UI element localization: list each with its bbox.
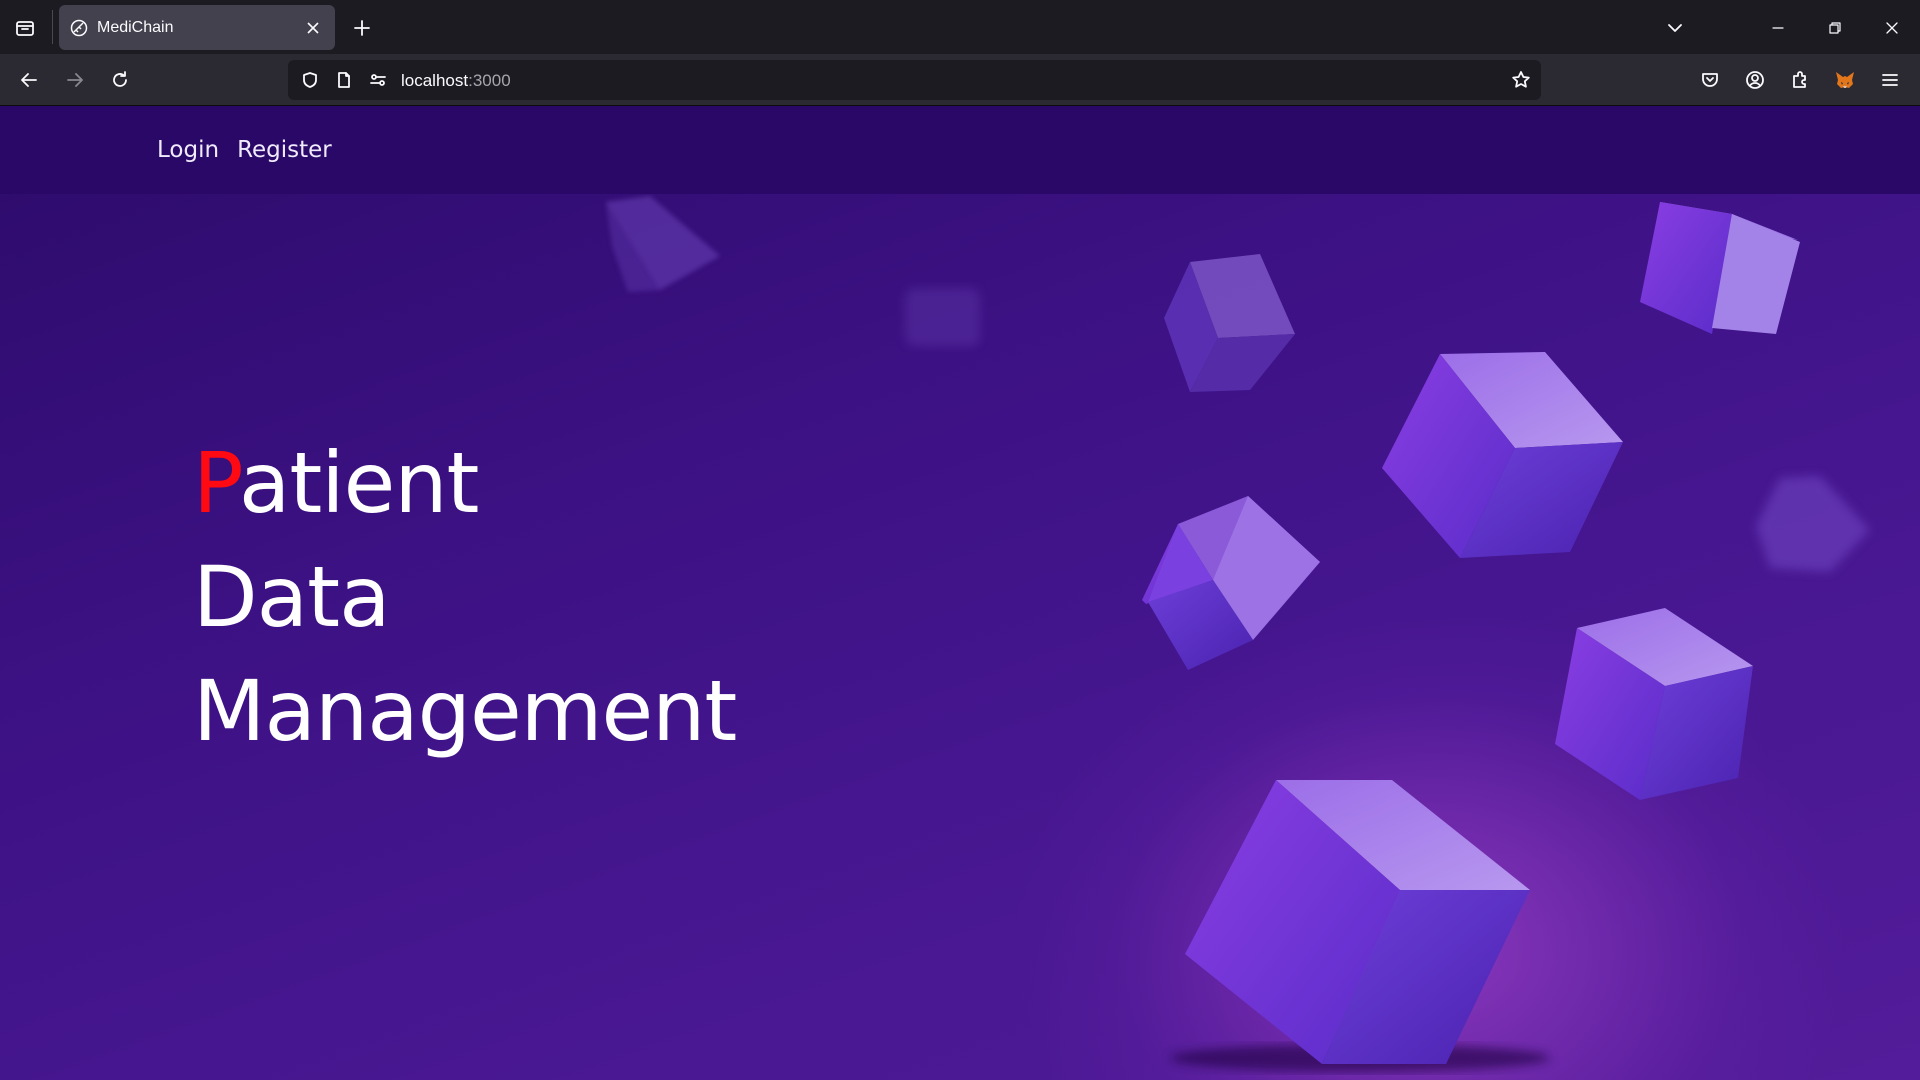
cube-left-middle [1142,496,1320,670]
shield-icon[interactable] [298,68,322,92]
account-icon[interactable] [1740,65,1770,95]
cube-blurred-top-left [606,196,720,292]
hero-line-data: Data [193,548,391,646]
tab-separator [52,10,53,44]
hero-line-management: Management [193,662,737,760]
tab-bar: MediChain [0,0,1920,54]
page-content: Login Register Patient Data Management [0,106,1920,1080]
site-navbar: Login Register [0,106,1920,194]
cube-blurred-right [1756,476,1870,572]
cube-large-bottom [1170,780,1550,1072]
tab-medichain[interactable]: MediChain [59,5,335,50]
cube-right-middle [1555,608,1753,800]
metamask-fox-icon[interactable] [1830,65,1860,95]
cube-top-right [1640,202,1800,334]
extensions-icon[interactable] [1785,65,1815,95]
tab-title: MediChain [97,18,174,36]
url-bar[interactable]: localhost:3000 [288,60,1541,100]
cube-upper-middle [1164,254,1295,392]
page-icon[interactable] [332,68,356,92]
permissions-icon[interactable] [366,68,390,92]
hero-line-patient: Patient [193,426,736,540]
cube-blurred-small [905,288,980,346]
bookmark-star-icon[interactable] [1509,68,1533,92]
reload-icon[interactable] [105,65,135,95]
hero-line1-rest: atient [238,434,480,532]
navigation-toolbar: localhost:3000 [0,54,1920,106]
register-link[interactable]: Register [237,137,332,163]
cube-center [1382,352,1623,558]
forward-icon[interactable] [60,65,90,95]
url-host: localhost [401,71,469,90]
list-all-tabs-icon[interactable] [1660,13,1690,43]
url-port: :3000 [468,71,511,90]
minimize-icon[interactable] [1763,13,1793,43]
medichain-favicon-icon [69,18,89,38]
back-icon[interactable] [14,65,44,95]
hero-accent-letter: P [193,434,240,532]
menu-icon[interactable] [1875,65,1905,95]
login-link[interactable]: Login [157,137,219,163]
url-text[interactable]: localhost:3000 [401,71,511,91]
pocket-icon[interactable] [1695,65,1725,95]
tab-list-icon[interactable] [10,13,40,43]
close-window-icon[interactable] [1877,13,1907,43]
hero-heading: Patient Data Management [193,426,737,768]
tab-close-icon[interactable] [301,16,325,40]
new-tab-icon[interactable] [347,13,377,43]
restore-icon[interactable] [1820,13,1850,43]
